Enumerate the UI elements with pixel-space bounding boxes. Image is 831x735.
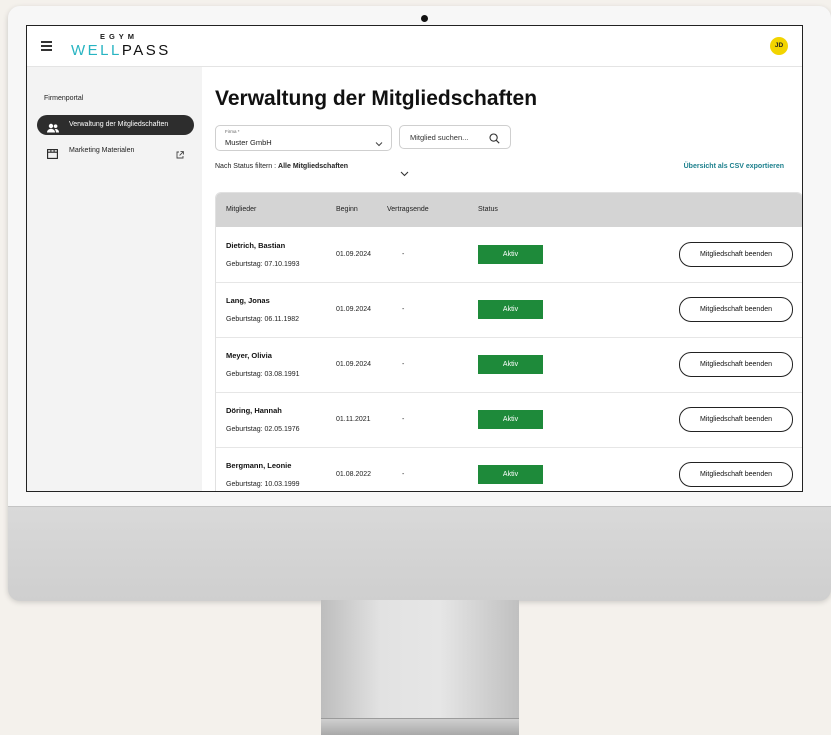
- main-content: Verwaltung der Mitgliedschaften Firma * …: [202, 67, 802, 491]
- app-screen: EGYM WELLPASS JD Firmenportal Verwaltung…: [26, 25, 803, 492]
- column-header-begin: Beginn: [336, 206, 358, 213]
- members-table: Mitglieder Beginn Vertragsende Status Di…: [215, 192, 802, 491]
- users-icon: [47, 120, 59, 138]
- table-row: Dietrich, Bastian Geburtstag: 07.10.1993…: [216, 228, 802, 283]
- end-membership-button[interactable]: Mitgliedschaft beenden: [679, 242, 793, 267]
- member-begin: 01.08.2022: [336, 471, 372, 478]
- column-header-members: Mitglieder: [226, 206, 257, 213]
- status-filter-value: Alle Mitgliedschaften: [278, 163, 349, 170]
- monitor-stand-base: [321, 718, 519, 735]
- member-begin: 01.09.2024: [336, 306, 372, 313]
- member-name: Döring, Hannah: [226, 406, 282, 415]
- member-begin: 01.09.2024: [336, 251, 372, 258]
- sidebar-item-memberships[interactable]: Verwaltung der Mitgliedschaften: [37, 115, 194, 135]
- sidebar-item-label: Verwaltung der Mitgliedschaften: [69, 121, 169, 128]
- table-row: Meyer, Olivia Geburtstag: 03.08.1991 01.…: [216, 338, 802, 393]
- company-select[interactable]: Firma * Muster GmbH: [215, 125, 392, 151]
- member-end: -: [402, 361, 405, 368]
- end-membership-button[interactable]: Mitgliedschaft beenden: [679, 407, 793, 432]
- end-membership-button[interactable]: Mitgliedschaft beenden: [679, 352, 793, 377]
- company-select-value: Muster GmbH: [225, 138, 272, 147]
- search-icon[interactable]: [489, 131, 500, 149]
- logo-egym-text: EGYM: [99, 32, 139, 41]
- top-bar: EGYM WELLPASS JD: [27, 26, 802, 67]
- camera-dot: [421, 15, 428, 22]
- column-header-contract-end: Vertragsende: [387, 206, 429, 213]
- member-begin: 01.09.2024: [336, 361, 372, 368]
- member-end: -: [402, 471, 405, 478]
- member-birthday: Geburtstag: 02.05.1976: [226, 426, 300, 433]
- member-search-input[interactable]: Mitglied suchen...: [399, 125, 511, 149]
- status-badge: Aktiv: [478, 245, 543, 264]
- monitor-stand: [321, 600, 519, 734]
- logo-pass-text: PASS: [121, 42, 171, 59]
- status-filter[interactable]: Nach Status filtern : Alle Mitgliedschaf…: [215, 163, 348, 170]
- sidebar-heading: Firmenportal: [44, 95, 84, 102]
- member-name: Bergmann, Leonie: [226, 461, 292, 470]
- status-badge: Aktiv: [478, 300, 543, 319]
- user-avatar[interactable]: JD: [770, 37, 788, 55]
- page-title: Verwaltung der Mitgliedschaften: [215, 87, 538, 110]
- column-header-status: Status: [478, 206, 498, 213]
- status-badge: Aktiv: [478, 355, 543, 374]
- member-end: -: [402, 251, 405, 258]
- table-row: Bergmann, Leonie Geburtstag: 10.03.1999 …: [216, 448, 802, 491]
- status-filter-prefix: Nach Status filtern :: [215, 163, 279, 170]
- member-end: -: [402, 306, 405, 313]
- member-end: -: [402, 416, 405, 423]
- sidebar-item-marketing[interactable]: Marketing Materialen: [37, 141, 194, 161]
- chevron-down-icon: [375, 134, 383, 152]
- table-row: Lang, Jonas Geburtstag: 06.11.1982 01.09…: [216, 283, 802, 338]
- sidebar: Firmenportal Verwaltung der Mitgliedscha…: [27, 67, 202, 491]
- external-link-icon: [176, 146, 184, 164]
- end-membership-button[interactable]: Mitgliedschaft beenden: [679, 462, 793, 487]
- member-name: Dietrich, Bastian: [226, 241, 286, 250]
- member-birthday: Geburtstag: 03.08.1991: [226, 371, 300, 378]
- member-name: Meyer, Olivia: [226, 351, 272, 360]
- company-select-label: Firma *: [225, 129, 240, 134]
- logo-wellpass-text: WELLPASS: [71, 42, 168, 59]
- monitor-chin: [8, 506, 831, 601]
- member-birthday: Geburtstag: 06.11.1982: [226, 316, 300, 323]
- store-icon: [47, 146, 58, 164]
- status-badge: Aktiv: [478, 410, 543, 429]
- member-birthday: Geburtstag: 10.03.1999: [226, 481, 300, 488]
- member-begin: 01.11.2021: [336, 416, 371, 423]
- status-badge: Aktiv: [478, 465, 543, 484]
- hamburger-menu-icon[interactable]: [41, 41, 52, 53]
- table-row: Döring, Hannah Geburtstag: 02.05.1976 01…: [216, 393, 802, 448]
- sidebar-item-label: Marketing Materialen: [69, 147, 135, 154]
- table-header: Mitglieder Beginn Vertragsende Status: [216, 193, 802, 227]
- chevron-down-icon[interactable]: [400, 164, 409, 182]
- export-csv-link[interactable]: Übersicht als CSV exportieren: [684, 163, 784, 170]
- member-name: Lang, Jonas: [226, 296, 270, 305]
- member-birthday: Geburtstag: 07.10.1993: [226, 261, 300, 268]
- member-search-placeholder: Mitglied suchen...: [410, 133, 469, 142]
- egym-wellpass-logo[interactable]: EGYM WELLPASS: [71, 32, 168, 59]
- logo-well-text: WELL: [71, 42, 122, 59]
- end-membership-button[interactable]: Mitgliedschaft beenden: [679, 297, 793, 322]
